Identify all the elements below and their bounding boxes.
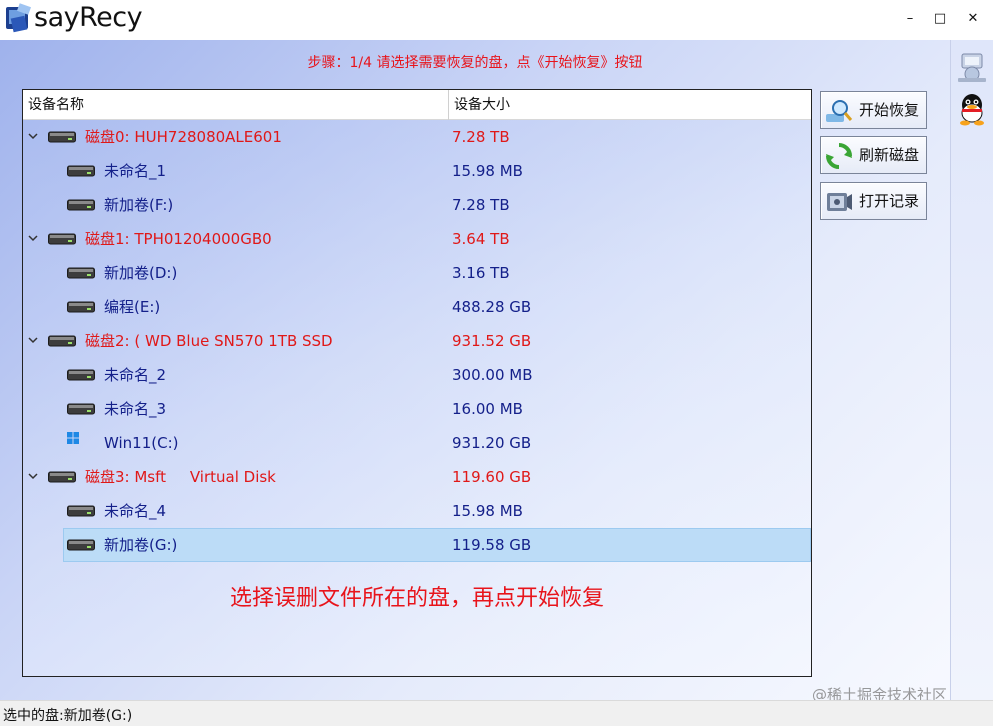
drive-icon [67,369,95,381]
partition-row[interactable]: 未命名_3 16.00 MB [23,392,811,426]
magnifier-icon [826,100,853,122]
device-name: 未命名_2 [104,366,167,384]
log-camera-icon [827,193,852,211]
device-name: 磁盘0: HUH728080ALE601 [85,128,282,146]
open-log-label: 打开记录 [859,192,920,210]
device-name: 磁盘1: TPH01204000GB0 [85,230,272,248]
device-size: 931.52 GB [452,332,532,350]
device-size: 15.98 MB [452,502,523,520]
device-name: 新加卷(F:) [104,196,174,214]
device-size: 15.98 MB [452,162,523,180]
close-button[interactable]: ✕ [958,8,988,30]
hard-drive-icon [48,471,76,483]
device-name: 磁盘2: ( WD Blue SN570 1TB SSD [85,332,333,350]
device-name: 未命名_3 [104,400,167,418]
device-name: 新加卷(G:) [104,536,178,554]
maximize-button[interactable]: □ [925,8,955,30]
device-size: 7.28 TB [452,196,510,214]
open-log-button[interactable]: 打开记录 [820,182,927,220]
device-size: 7.28 TB [452,128,510,146]
device-size: 3.16 TB [452,264,510,282]
app-logo-icon [6,3,32,33]
hint-text: 选择误删文件所在的盘，再点开始恢复 [229,586,604,611]
start-recovery-label: 开始恢复 [859,101,920,119]
device-name: 新加卷(D:) [104,264,178,282]
drive-icon [67,267,95,279]
minimize-button[interactable]: – [895,8,925,30]
partition-row[interactable]: 新加卷(G:) 119.58 GB [23,528,811,562]
partition-row[interactable]: Win11(C:) 931.20 GB [23,426,811,460]
disk-row[interactable]: 磁盘0: HUH728080ALE601 7.28 TB [23,120,811,154]
device-size: 488.28 GB [452,298,532,316]
disk-row[interactable]: 磁盘3: Msft Virtual Disk 119.60 GB [23,460,811,494]
disk-list[interactable]: 设备名称 设备大小 磁盘0: HUH728080ALE601 7.28 TB 未命名… [22,89,812,677]
device-name: 编程(E:) [104,298,161,316]
status-bar: 选中的盘:新加卷(G:) [0,700,993,726]
chevron-down-icon[interactable] [27,130,39,142]
drive-icon [67,199,95,211]
hard-drive-icon [48,131,76,143]
windows-icon [67,432,79,444]
hard-drive-icon [48,335,76,347]
partition-row[interactable]: 新加卷(F:) 7.28 TB [23,188,811,222]
device-size: 300.00 MB [452,366,533,384]
app-title: sayRecy [34,2,143,33]
device-size: 119.60 GB [452,468,532,486]
drive-icon [67,505,95,517]
device-size: 931.20 GB [452,434,532,452]
partition-row[interactable]: 新加卷(D:) 3.16 TB [23,256,811,290]
chevron-down-icon[interactable] [27,232,39,244]
status-text: 选中的盘:新加卷(G:) [3,708,133,724]
chevron-down-icon[interactable] [27,334,39,346]
partition-row[interactable]: 未命名_4 15.98 MB [23,494,811,528]
chevron-down-icon[interactable] [27,470,39,482]
drive-icon [67,403,95,415]
refresh-icon [826,143,852,169]
disk-row[interactable]: 磁盘1: TPH01204000GB0 3.64 TB [23,222,811,256]
device-size: 3.64 TB [452,230,510,248]
title-bar: sayRecy – □ ✕ [0,0,993,40]
device-name: 未命名_1 [104,162,167,180]
column-header-device-size[interactable]: 设备大小 [449,90,809,120]
disk-row[interactable]: 磁盘2: ( WD Blue SN570 1TB SSD 931.52 GB [23,324,811,358]
hard-drive-icon [48,233,76,245]
drive-icon [67,539,95,551]
refresh-disk-button[interactable]: 刷新磁盘 [820,136,927,174]
drive-icon [67,165,95,177]
device-name: 未命名_4 [104,502,167,520]
partition-row[interactable]: 编程(E:) 488.28 GB [23,290,811,324]
device-size: 119.58 GB [452,536,532,554]
right-sidebar [950,40,993,700]
network-computer-icon[interactable] [956,50,988,84]
start-recovery-button[interactable]: 开始恢复 [820,91,927,129]
device-name: Win11(C:) [104,434,179,452]
qq-penguin-icon[interactable] [957,92,987,126]
drive-icon [67,301,95,313]
refresh-disk-label: 刷新磁盘 [859,146,920,164]
list-header: 设备名称 设备大小 [23,90,811,120]
column-header-device-name[interactable]: 设备名称 [23,90,448,120]
device-size: 16.00 MB [452,400,523,418]
partition-row[interactable]: 未命名_1 15.98 MB [23,154,811,188]
partition-row[interactable]: 未命名_2 300.00 MB [23,358,811,392]
device-name: 磁盘3: Msft Virtual Disk [85,468,276,486]
step-instruction: 步骤：1/4 请选择需要恢复的盘，点《开始恢复》按钮 [307,55,643,71]
